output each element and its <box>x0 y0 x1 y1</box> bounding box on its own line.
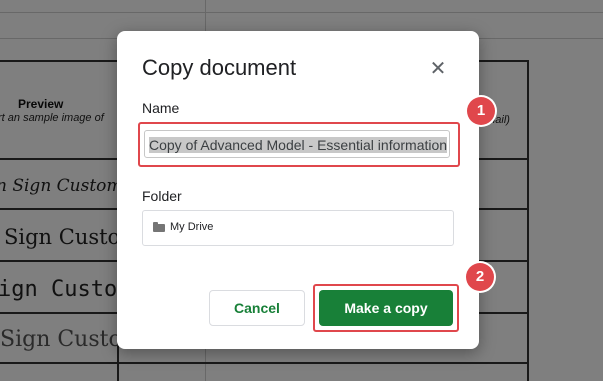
folder-icon <box>153 222 165 232</box>
close-icon[interactable]: ✕ <box>428 59 448 79</box>
folder-picker[interactable]: My Drive <box>142 210 454 246</box>
highlight-name-field <box>138 122 460 167</box>
dialog-title: Copy document <box>142 55 297 80</box>
step-badge-1: 1 <box>467 97 495 125</box>
folder-value: My Drive <box>170 221 214 233</box>
name-label: Name <box>142 100 180 116</box>
step-badge-2: 2 <box>466 263 494 291</box>
folder-label: Folder <box>142 188 182 204</box>
cancel-button[interactable]: Cancel <box>209 290 305 326</box>
highlight-copy-button <box>313 284 459 332</box>
